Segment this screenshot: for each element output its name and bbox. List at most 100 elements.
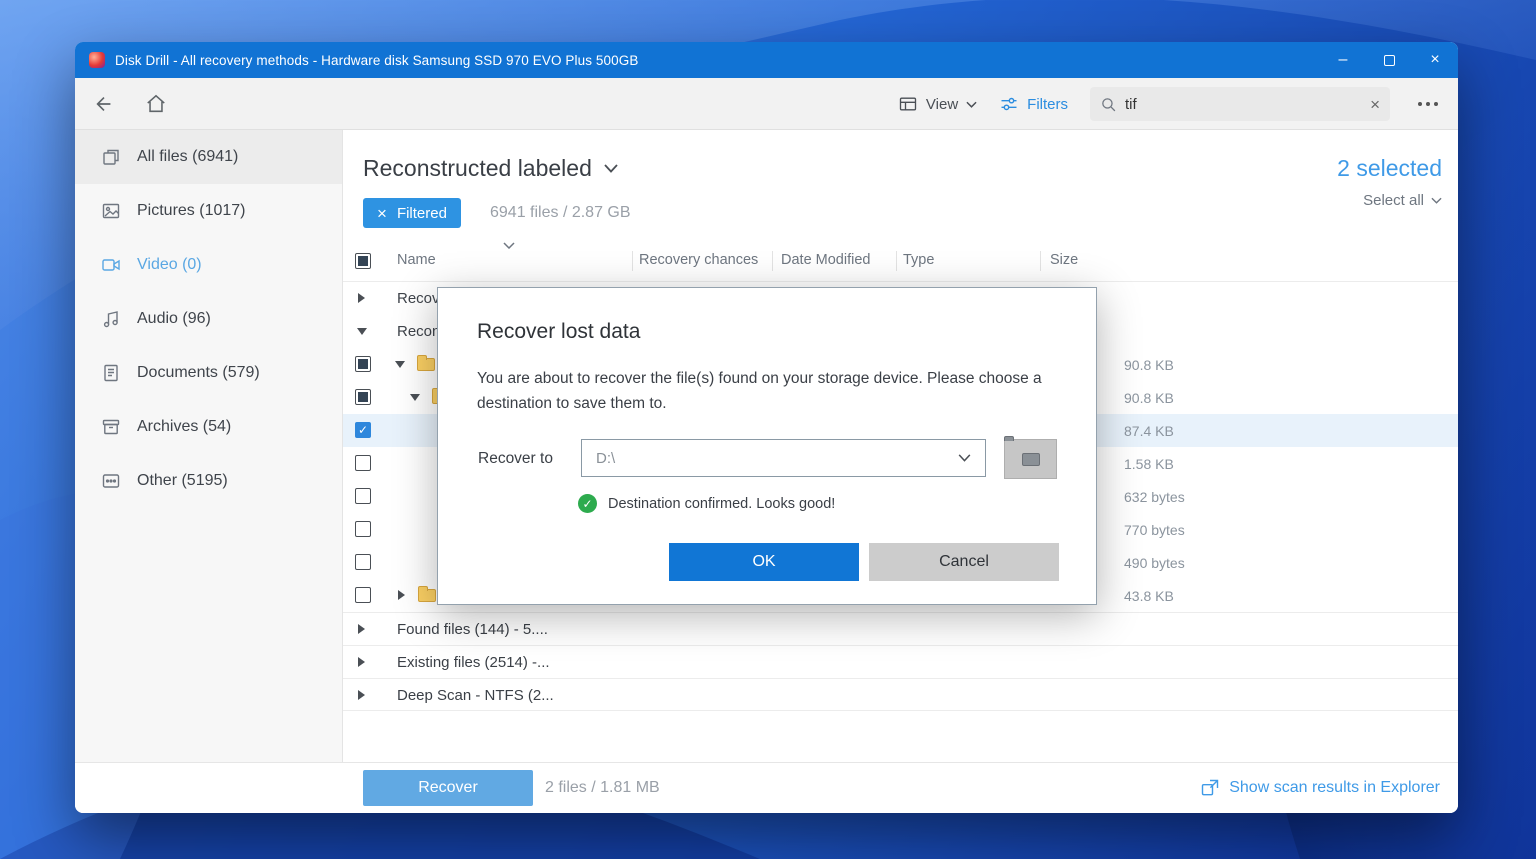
expand-arrow-icon[interactable] xyxy=(358,293,365,303)
column-divider xyxy=(772,251,773,271)
view-icon xyxy=(899,97,917,111)
session-title-dropdown[interactable]: Reconstructed labeled xyxy=(363,155,618,182)
folder-icon xyxy=(418,586,436,602)
minimize-icon: – xyxy=(1338,51,1348,68)
destination-value: D:\ xyxy=(596,449,616,467)
row-checkbox[interactable] xyxy=(355,587,371,603)
search-box: × xyxy=(1090,87,1390,121)
filters-button[interactable]: Filters xyxy=(999,94,1068,114)
clear-icon: × xyxy=(1370,94,1380,114)
expand-arrow-icon[interactable] xyxy=(358,624,365,634)
column-header-recovery-chances[interactable]: Recovery chances xyxy=(639,252,758,268)
column-header-type[interactable]: Type xyxy=(903,252,934,268)
sidebar-item-label: Video (0) xyxy=(137,256,202,273)
dialog-message: You are about to recover the file(s) fou… xyxy=(477,370,1042,413)
view-button[interactable]: View xyxy=(898,94,977,114)
more-button[interactable] xyxy=(1412,94,1444,114)
ok-button[interactable]: OK xyxy=(669,543,859,581)
column-divider xyxy=(896,251,897,271)
sidebar-item-pictures[interactable]: Pictures (1017) xyxy=(75,184,342,238)
expand-arrow-icon[interactable] xyxy=(410,394,420,401)
row-checkbox[interactable] xyxy=(355,455,371,471)
row-name: Recov xyxy=(397,290,440,307)
toolbar: View Filters × xyxy=(75,78,1458,130)
video-icon xyxy=(101,255,121,275)
sidebar-item-label: Archives (54) xyxy=(137,418,232,435)
group-label: Found files (144) - 5.... xyxy=(397,621,548,638)
row-checkbox[interactable] xyxy=(355,422,371,438)
cancel-button[interactable]: Cancel xyxy=(869,543,1059,581)
expand-arrow-icon[interactable] xyxy=(398,590,405,600)
expand-arrow-icon[interactable] xyxy=(358,657,365,667)
sort-chevron-icon[interactable] xyxy=(503,242,515,249)
clear-search-button[interactable]: × xyxy=(1370,96,1380,113)
group-row-existing-files[interactable]: Existing files (2514) -... xyxy=(343,645,1458,678)
search-input[interactable] xyxy=(1125,95,1363,113)
destination-dropdown[interactable]: D:\ xyxy=(581,439,986,477)
folder-icon xyxy=(417,355,435,371)
column-header-name[interactable]: Name xyxy=(397,252,436,268)
maximize-button[interactable] xyxy=(1366,42,1412,78)
filtered-chip[interactable]: × Filtered xyxy=(363,198,461,228)
minimize-button[interactable]: – xyxy=(1320,42,1366,78)
destination-status: ✓ Destination confirmed. Looks good! xyxy=(578,494,835,513)
sidebar-item-video[interactable]: Video (0) xyxy=(75,238,342,292)
filtered-label: Filtered xyxy=(396,204,447,222)
window-title: Disk Drill - All recovery methods - Hard… xyxy=(115,52,639,68)
row-checkbox[interactable] xyxy=(355,554,371,570)
group-row-found-files[interactable]: Found files (144) - 5.... xyxy=(343,612,1458,645)
sidebar-item-other[interactable]: Other (5195) xyxy=(75,454,342,508)
back-button[interactable] xyxy=(87,87,121,121)
chevron-down-icon xyxy=(1431,197,1442,204)
more-icon xyxy=(1418,102,1422,106)
row-size: 770 bytes xyxy=(1124,522,1185,538)
titlebar: Disk Drill - All recovery methods - Hard… xyxy=(75,42,1458,78)
row-checkbox[interactable] xyxy=(355,488,371,504)
sidebar-item-documents[interactable]: Documents (579) xyxy=(75,346,342,400)
maximize-icon xyxy=(1383,54,1395,66)
row-size: 90.8 KB xyxy=(1124,357,1174,373)
other-icon xyxy=(101,471,121,491)
group-label: Existing files (2514) -... xyxy=(397,654,550,671)
dialog-title: Recover lost data xyxy=(477,320,641,343)
sidebar-item-audio[interactable]: Audio (96) xyxy=(75,292,342,346)
close-icon: × xyxy=(1430,51,1440,68)
filters-icon xyxy=(1001,97,1017,111)
row-checkbox[interactable] xyxy=(355,389,371,405)
sidebar-item-archives[interactable]: Archives (54) xyxy=(75,400,342,454)
sidebar: All files (6941) Pictures (1017) Video (… xyxy=(75,130,343,762)
row-size: 632 bytes xyxy=(1124,489,1185,505)
sidebar-item-label: All files (6941) xyxy=(137,148,239,165)
pictures-icon xyxy=(101,201,121,221)
dropdown-chevron-icon xyxy=(958,454,971,462)
page-title: Reconstructed labeled xyxy=(363,155,592,181)
view-label: View xyxy=(925,95,959,113)
row-checkbox[interactable] xyxy=(355,521,371,537)
recover-button[interactable]: Recover xyxy=(363,770,533,806)
column-header-size[interactable]: Size xyxy=(1050,252,1078,268)
toolbar-right: View Filters × xyxy=(898,78,1444,130)
sidebar-item-label: Other (5195) xyxy=(137,472,228,489)
expand-arrow-icon[interactable] xyxy=(358,690,365,700)
home-icon xyxy=(147,94,165,112)
column-header-date-modified[interactable]: Date Modified xyxy=(781,252,870,268)
browse-destination-button[interactable] xyxy=(1004,439,1057,479)
group-label: Deep Scan - NTFS (2... xyxy=(397,687,554,704)
expand-arrow-icon[interactable] xyxy=(395,361,405,368)
filters-label: Filters xyxy=(1027,95,1068,113)
expand-arrow-icon[interactable] xyxy=(357,328,367,335)
row-name: Recon xyxy=(397,323,441,340)
show-in-explorer-link[interactable]: Show scan results in Explorer xyxy=(1200,778,1440,798)
chevron-down-icon xyxy=(966,101,977,108)
select-all-dropdown[interactable]: Select all xyxy=(1363,192,1442,209)
row-size: 1.58 KB xyxy=(1124,456,1174,472)
home-button[interactable] xyxy=(139,87,173,121)
sidebar-item-all-files[interactable]: All files (6941) xyxy=(75,130,342,184)
select-all-checkbox[interactable] xyxy=(355,253,371,269)
selection-summary: 2 files / 1.81 MB xyxy=(545,779,660,796)
remove-filter-button[interactable]: × xyxy=(377,205,387,222)
group-row-deep-scan[interactable]: Deep Scan - NTFS (2... xyxy=(343,678,1458,711)
row-checkbox[interactable] xyxy=(355,356,371,372)
close-button[interactable]: × xyxy=(1412,42,1458,78)
search-icon xyxy=(1102,97,1116,111)
